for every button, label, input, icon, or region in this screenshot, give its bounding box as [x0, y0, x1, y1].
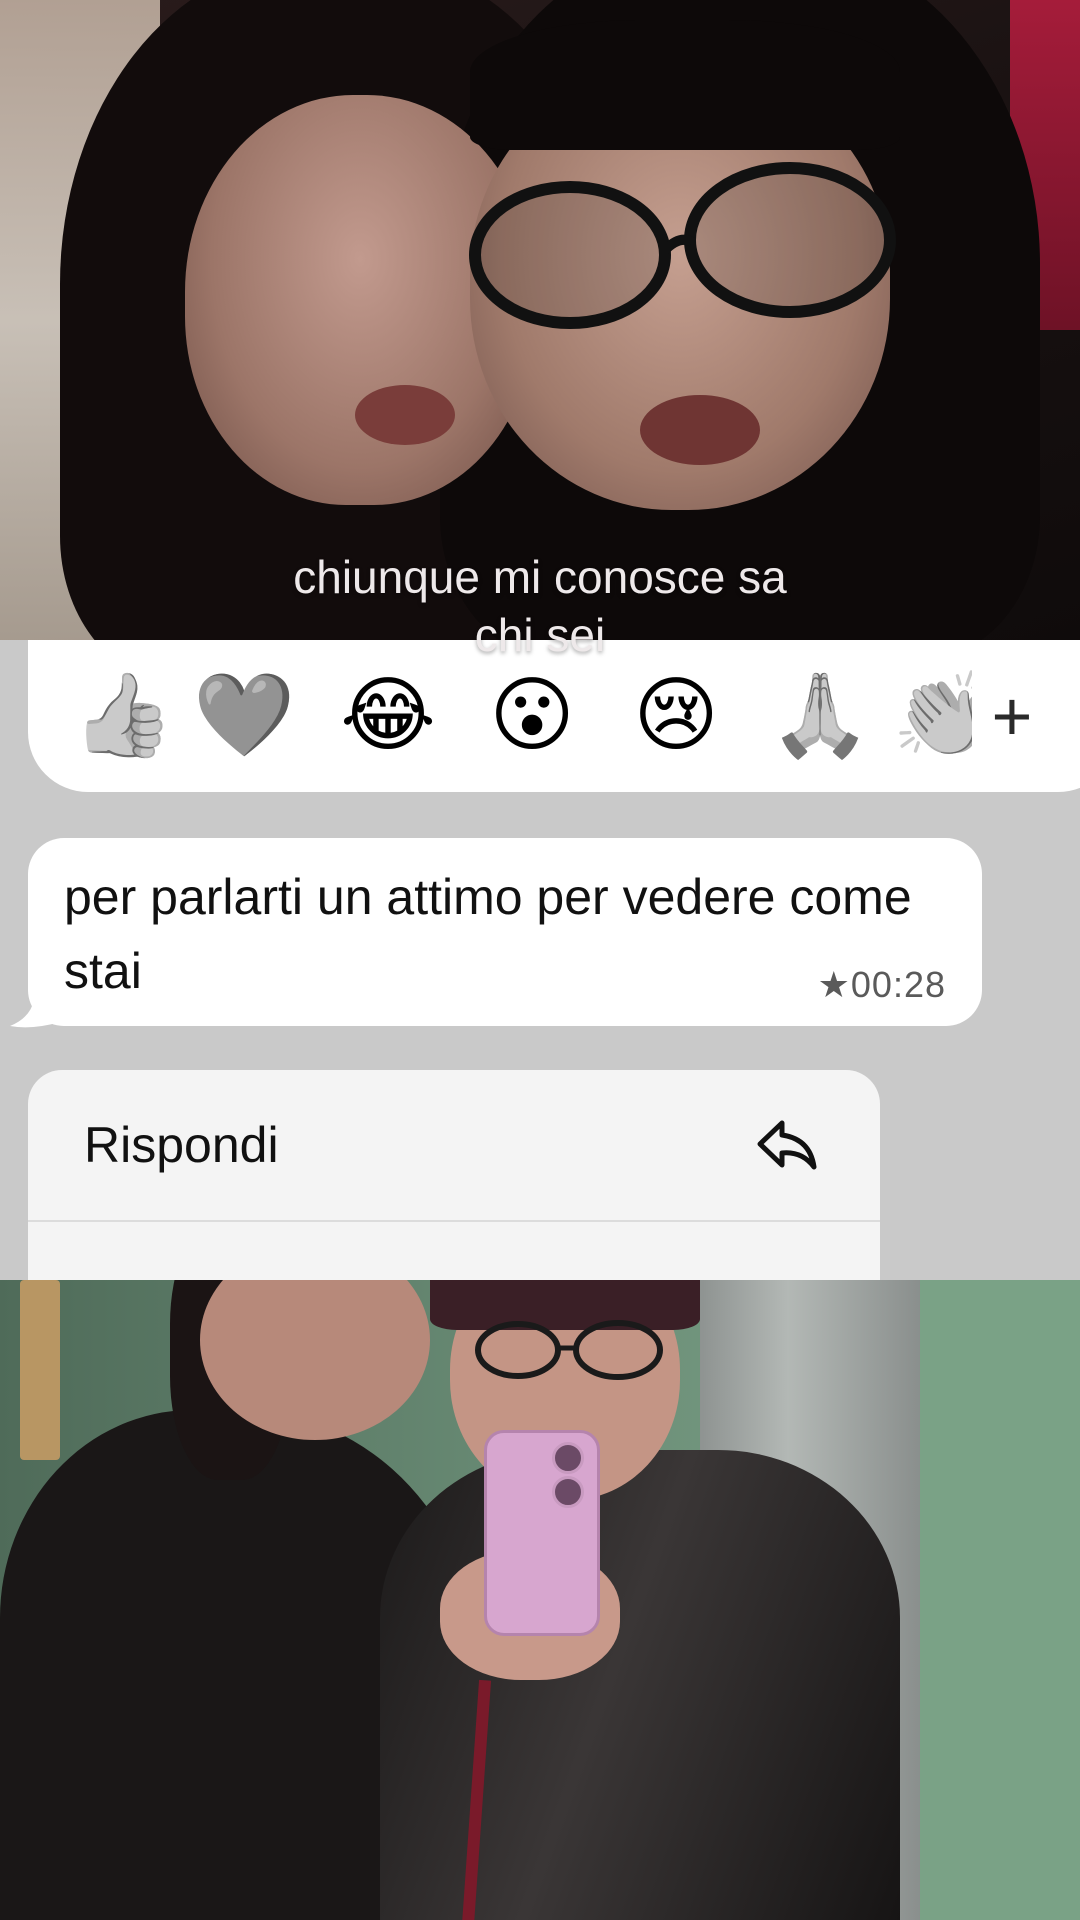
person-right-bangs [470, 20, 900, 150]
video-caption: chiunque mi conosce sa chi sei [0, 548, 1080, 664]
chat-screenshot: 👍 🩶 😂 😮 😢 🙏 👏 + per parlarti un attimo p… [0, 640, 1080, 1280]
camera-lens-icon [552, 1442, 584, 1474]
bottom-photo [0, 1280, 1080, 1920]
top-photo [0, 0, 1080, 640]
menu-item-reply[interactable]: Rispondi [28, 1070, 880, 1222]
green-wall [920, 1280, 1080, 1920]
person-right-lips [640, 395, 760, 465]
leather-jacket [380, 1450, 900, 1920]
message-context-menu: Rispondi [28, 1070, 880, 1280]
surprised-reaction-icon[interactable]: 😮 [460, 666, 604, 766]
menu-item-next[interactable] [28, 1222, 880, 1280]
crying-reaction-icon[interactable]: 😢 [604, 666, 748, 766]
door-sign [20, 1280, 60, 1460]
glasses-icon [469, 162, 896, 329]
caption-line-1: chiunque mi conosce sa [293, 551, 787, 603]
clap-reaction-icon[interactable]: 👏 [892, 666, 972, 766]
menu-item-reply-label: Rispondi [84, 1117, 279, 1173]
thumbs-up-reaction-icon[interactable]: 👍 [72, 666, 174, 766]
person-left-lips [355, 385, 455, 445]
glasses-icon [475, 1320, 663, 1380]
pray-reaction-icon[interactable]: 🙏 [748, 666, 892, 766]
message-bubble[interactable]: per parlarti un attimo per vedere come s… [28, 838, 982, 1026]
reply-icon [757, 1120, 817, 1170]
heart-reaction-icon[interactable]: 🩶 [172, 666, 316, 766]
message-timestamp: ★00:28 [817, 964, 946, 1005]
more-reactions-button[interactable]: + [972, 666, 1052, 766]
caption-line-2: chi sei [474, 609, 606, 661]
camera-lens-icon [552, 1476, 584, 1508]
laughing-reaction-icon[interactable]: 😂 [316, 666, 460, 766]
